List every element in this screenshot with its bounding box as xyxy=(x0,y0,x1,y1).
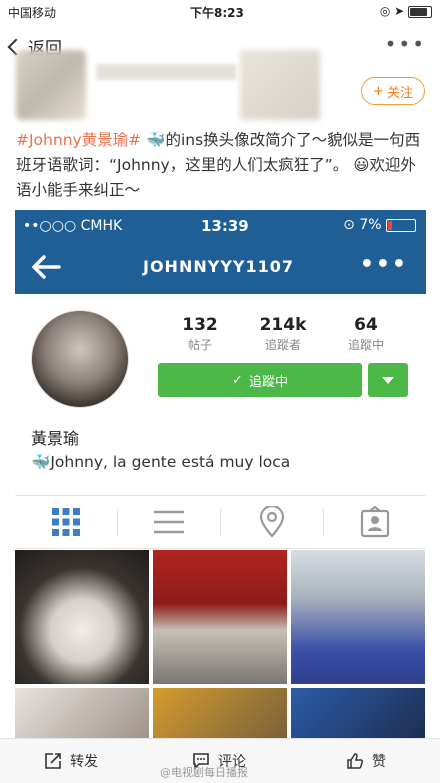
photo-thumbnail xyxy=(153,550,287,684)
photo-thumbnail xyxy=(15,688,149,745)
photo-thumbnail xyxy=(291,688,425,745)
post-text: #Johnny黄景瑜# 🐳的ins换头像改简介了～貌似是一句西班牙语歌词：“Jo… xyxy=(16,128,426,203)
check-icon: ✓ xyxy=(232,372,243,388)
ig-header: JOHNNYYY1107 ••• xyxy=(15,240,426,294)
photo-thumbnail xyxy=(153,688,287,745)
ig-dropdown-button xyxy=(368,363,408,397)
follow-label: 关注 xyxy=(386,85,413,101)
ig-more-icon: ••• xyxy=(359,252,408,277)
ig-bio-text: Johnny, la gente está muy loca xyxy=(50,453,291,471)
author-badge xyxy=(240,50,320,120)
follow-button[interactable]: + 关注 xyxy=(361,77,425,105)
action-bar: 转发 评论 赞 @电视剧每日播报 xyxy=(0,738,440,783)
photo-thumbnail xyxy=(15,550,149,684)
battery-icon: ◎ ➤ xyxy=(380,4,432,18)
watermark-text: @电视剧每日播报 xyxy=(160,766,248,779)
repost-button[interactable]: 转发 xyxy=(44,739,98,783)
stat-following: 64 追蹤中 xyxy=(347,315,384,352)
ig-avatar xyxy=(31,310,129,408)
stat-posts: 132 帖子 xyxy=(182,315,218,352)
ig-status-bar: ••○○○ CMHK 13:39 ⊙ 7% xyxy=(15,210,426,240)
photo-thumbnail xyxy=(291,550,425,684)
hashtag-link[interactable]: #Johnny黄景瑜# xyxy=(16,131,141,149)
stat-followers: 214k 追蹤者 xyxy=(259,315,307,352)
like-label: 赞 xyxy=(372,754,386,770)
ig-profile-name: 黃景瑜 xyxy=(31,429,80,448)
ig-clock: 13:39 xyxy=(201,217,249,235)
post-image[interactable]: ••○○○ CMHK 13:39 ⊙ 7% JOHNNYYY1107 ••• 1… xyxy=(15,210,426,745)
list-view-icon xyxy=(118,496,220,548)
tagged-icon xyxy=(324,496,426,548)
ig-following-button: ✓ 追蹤中 xyxy=(158,363,362,397)
author-avatar[interactable] xyxy=(16,50,86,120)
ig-following-label: 追蹤中 xyxy=(248,374,288,390)
like-button[interactable]: 赞 xyxy=(346,739,386,783)
whale-icon: 🐳 xyxy=(146,131,166,149)
chevron-down-icon xyxy=(382,376,394,384)
ig-battery: ⊙ 7% xyxy=(343,217,416,233)
ig-tab-bar xyxy=(15,495,426,549)
grid-view-icon xyxy=(15,496,117,548)
back-arrow-icon xyxy=(32,255,61,279)
repost-label: 转发 xyxy=(70,754,98,770)
emoji-icon: 😃 xyxy=(353,156,370,174)
clock: 下午8:23 xyxy=(190,6,244,20)
thumbs-up-icon xyxy=(347,753,364,769)
ig-bio: 🐳Johnny, la gente está muy loca xyxy=(31,453,290,471)
more-button[interactable]: ••• xyxy=(385,32,426,56)
author-name xyxy=(96,64,236,80)
whale-icon: 🐳 xyxy=(31,453,51,471)
plus-icon: + xyxy=(373,83,384,99)
ig-carrier: ••○○○ CMHK xyxy=(23,218,123,234)
ig-username: JOHNNYYY1107 xyxy=(143,257,295,276)
location-pin-icon xyxy=(221,496,323,548)
battery-icon xyxy=(386,218,416,232)
carrier-label: 中国移动 xyxy=(8,6,57,20)
status-bar: 中国移动 下午8:23 ◎ ➤ xyxy=(0,0,440,22)
share-icon xyxy=(45,753,61,769)
